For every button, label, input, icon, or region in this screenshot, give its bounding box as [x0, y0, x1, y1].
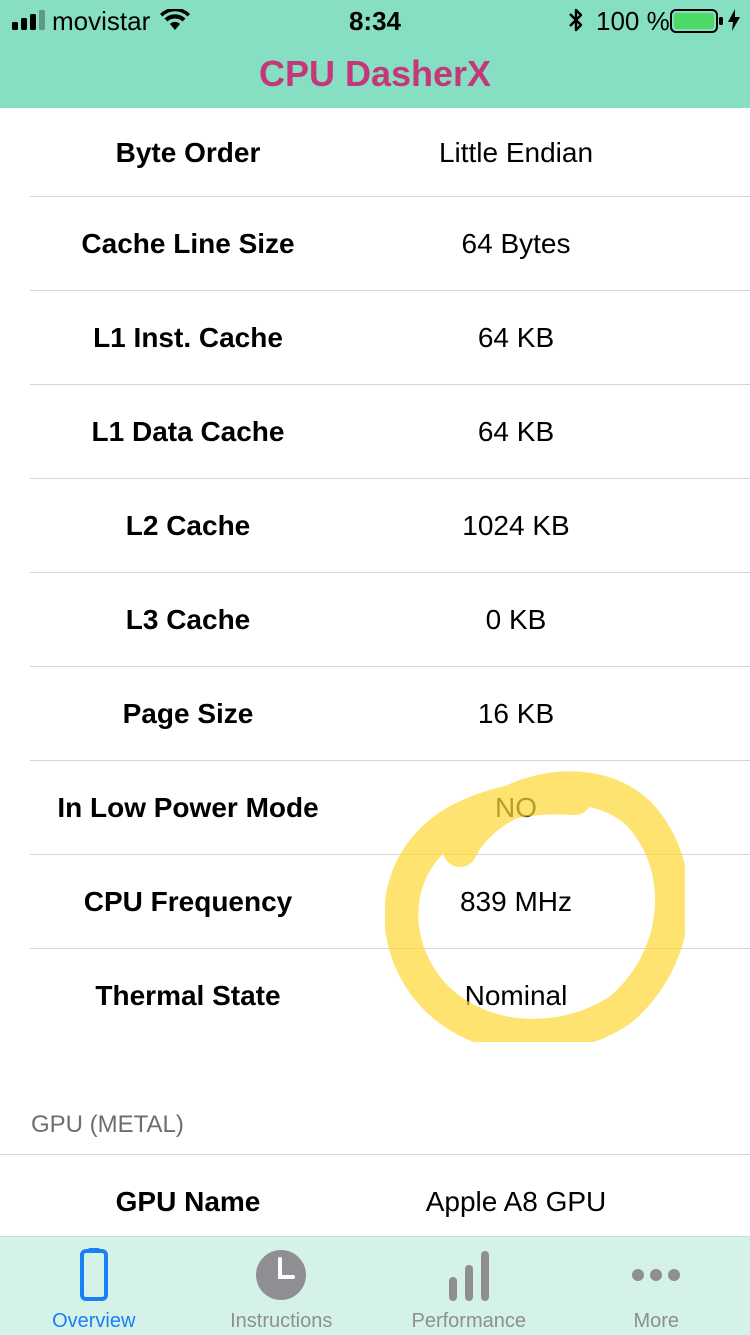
section-header-gpu: GPU (METAL) [31, 1110, 184, 1140]
row-value: 0 KB [376, 604, 656, 636]
row-label: CPU Frequency [0, 886, 376, 918]
phone-icon [66, 1247, 122, 1303]
row-value: NO [376, 792, 656, 824]
tab-bar: Overview Instructions Performance More [0, 1236, 750, 1335]
row-value: 839 MHz [376, 886, 656, 918]
row-label: L1 Inst. Cache [0, 322, 376, 354]
row-value: Little Endian [376, 137, 656, 169]
bar-chart-icon [441, 1247, 497, 1303]
row-label: In Low Power Mode [0, 792, 376, 824]
row-label: L2 Cache [0, 510, 376, 542]
row-label: L1 Data Cache [0, 416, 376, 448]
top-bar: movistar 8:34 100 % CPU DasherX [0, 0, 750, 108]
info-row-l3-cache: L3 Cache 0 KB [0, 573, 750, 667]
charging-bolt-icon [728, 9, 740, 31]
tab-performance[interactable]: Performance [375, 1237, 563, 1335]
tab-label: Performance [375, 1309, 563, 1333]
app-title: CPU DasherX [0, 52, 750, 96]
info-row-l1-data-cache: L1 Data Cache 64 KB [0, 385, 750, 479]
row-label: GPU Name [0, 1186, 376, 1218]
info-row-byte-order: Byte Order Little Endian [0, 108, 750, 197]
bluetooth-icon [566, 7, 586, 33]
info-row-low-power-mode: In Low Power Mode NO [0, 761, 750, 855]
more-dots-icon [628, 1247, 684, 1303]
tab-more[interactable]: More [563, 1237, 750, 1335]
row-value: 64 KB [376, 416, 656, 448]
tab-label: More [563, 1309, 750, 1333]
info-row-l1-inst-cache: L1 Inst. Cache 64 KB [0, 291, 750, 385]
clock-icon [253, 1247, 309, 1303]
row-label: L3 Cache [0, 604, 376, 636]
battery-icon [670, 9, 724, 33]
info-row-cpu-frequency: CPU Frequency 839 MHz [0, 855, 750, 949]
row-label: Thermal State [0, 980, 376, 1012]
row-label: Page Size [0, 698, 376, 730]
tab-instructions[interactable]: Instructions [188, 1237, 376, 1335]
row-value: 16 KB [376, 698, 656, 730]
info-row-thermal-state: Thermal State Nominal [0, 949, 750, 1043]
row-value: 64 KB [376, 322, 656, 354]
info-row-gpu-name: GPU Name Apple A8 GPU [0, 1154, 750, 1249]
tab-overview[interactable]: Overview [0, 1237, 188, 1335]
info-row-cache-line-size: Cache Line Size 64 Bytes [0, 197, 750, 291]
info-row-page-size: Page Size 16 KB [0, 667, 750, 761]
battery-percent: 100 % [596, 6, 670, 36]
row-value: 1024 KB [376, 510, 656, 542]
cpu-info-list: Byte Order Little Endian Cache Line Size… [0, 108, 750, 1043]
tab-label: Overview [0, 1309, 188, 1333]
info-row-l2-cache: L2 Cache 1024 KB [0, 479, 750, 573]
row-value: Apple A8 GPU [376, 1186, 656, 1218]
tab-label: Instructions [188, 1309, 376, 1333]
row-label: Byte Order [0, 137, 376, 169]
row-value: Nominal [376, 980, 656, 1012]
row-label: Cache Line Size [0, 228, 376, 260]
row-value: 64 Bytes [376, 228, 656, 260]
status-bar: movistar 8:34 100 % [0, 0, 750, 40]
